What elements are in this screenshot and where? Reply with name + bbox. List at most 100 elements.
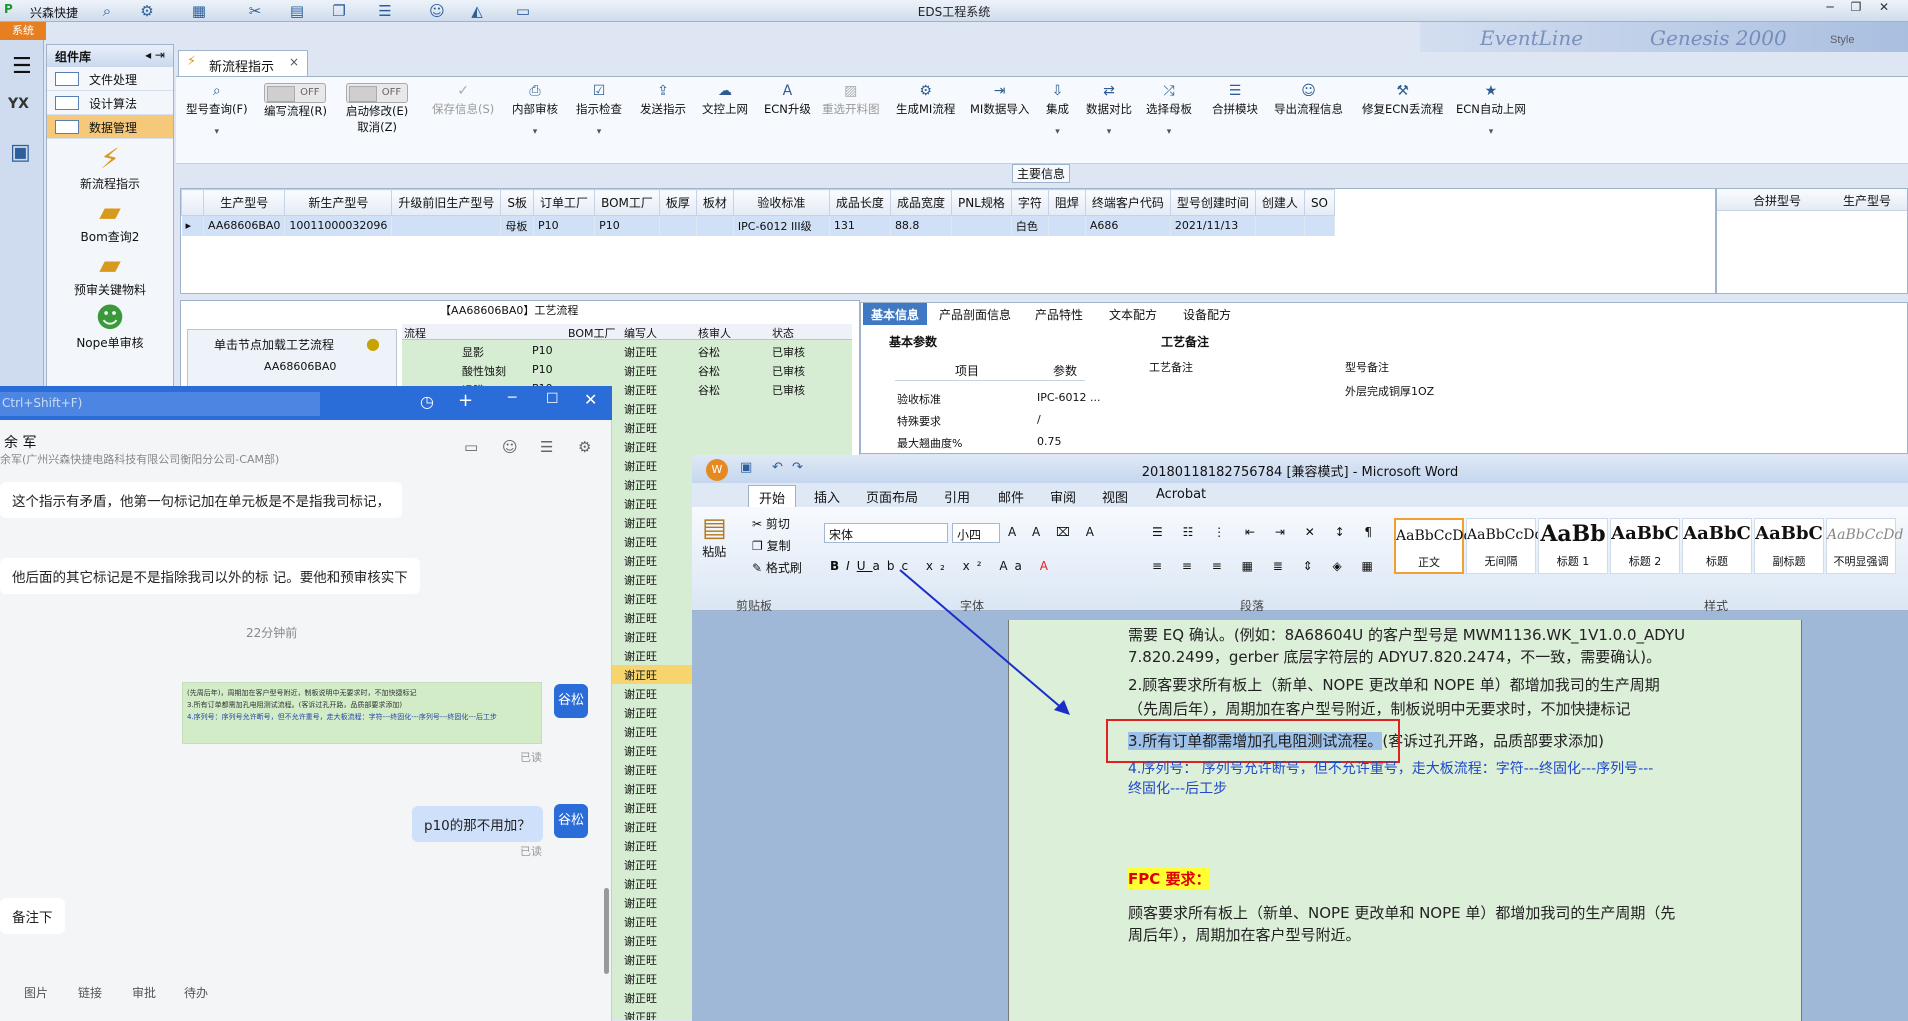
column-header[interactable]: 终端客户代码 — [1084, 189, 1171, 216]
settings-icon[interactable]: ⚙ — [578, 438, 591, 456]
nav-item-data[interactable]: 数据管理 — [47, 115, 173, 139]
yx-icon[interactable]: YX — [8, 96, 29, 112]
chat-message[interactable]: 这个指示有矛盾，他第一句标记加在单元板是不是指我司标记， — [0, 482, 402, 518]
doc-line[interactable]: （先周后年），周期加在客户型号附近，制板说明中无要求时，不加快捷标记 — [1128, 698, 1631, 719]
tab-product-features[interactable]: 产品特性 — [1027, 303, 1091, 325]
table-cell[interactable]: 88.8 — [890, 215, 952, 236]
write-toggle[interactable]: OFF — [264, 83, 327, 103]
table-cell[interactable]: A686 — [1085, 215, 1171, 236]
table-cell[interactable] — [1255, 215, 1305, 236]
fpc-heading[interactable]: FPC 要求： — [1128, 868, 1211, 889]
close-tab-icon[interactable]: × — [289, 55, 299, 69]
tree-node[interactable]: AA68606BA0 — [264, 360, 336, 373]
tool-image[interactable]: 图片 — [24, 984, 48, 1001]
add-icon[interactable]: + — [458, 390, 473, 411]
tool-todo[interactable]: 待办 — [184, 984, 208, 1001]
doc-line[interactable]: 顾客要求所有板上（新单、NOPE 更改单和 NOPE 单）都增加我司的生产周期（… — [1128, 902, 1675, 923]
table-cell[interactable]: IPC-6012 III级 — [733, 215, 830, 236]
table-cell[interactable] — [659, 215, 697, 236]
calculator-icon[interactable]: ▣ — [10, 140, 31, 165]
style-title[interactable]: AaBbC 标题 — [1682, 518, 1752, 574]
column-header[interactable]: 项目 — [955, 362, 979, 379]
select-master-button[interactable]: ⤮ 选择母板 ▾ — [1146, 83, 1192, 137]
export-process-button[interactable]: ☺ 导出流程信息 — [1274, 83, 1343, 117]
doc-line[interactable]: 4.序列号： 序列号允许断号，但不允许重号，走大板流程：字符---终固化---序… — [1128, 758, 1653, 778]
avatar[interactable]: 谷松 — [554, 804, 588, 838]
nav-big-new-process[interactable]: ⚡ 新流程指示 — [47, 139, 173, 192]
param-row[interactable]: 特殊要求 / — [897, 413, 1147, 429]
column-header[interactable]: 验收标准 — [732, 189, 830, 216]
font-name-select[interactable]: 宋体 — [824, 523, 948, 543]
system-menu[interactable]: 系统 — [0, 22, 46, 40]
combine-module-button[interactable]: ☰ 合拼模块 — [1212, 83, 1258, 117]
nav-big-bom[interactable]: ▰ Bom查询2 — [47, 192, 173, 245]
search-list-icon[interactable]: ☰ — [540, 438, 553, 456]
table-cell[interactable] — [1304, 215, 1336, 236]
column-header[interactable]: 板厚 — [658, 189, 697, 216]
close-button[interactable]: ✕ — [1874, 0, 1894, 18]
column-header[interactable]: 新生产型号 — [284, 189, 393, 216]
cut-button[interactable]: ✂ 剪切 — [752, 515, 790, 532]
column-header[interactable]: 成品长度 — [828, 189, 891, 216]
doc-line[interactable]: 周后年），周期加在客户型号附近。 — [1128, 924, 1361, 945]
cancel-label[interactable]: 取消(Z) — [357, 120, 397, 134]
column-header[interactable]: 创建人 — [1254, 189, 1305, 216]
font-size-tools[interactable]: A A ⌧ A — [1008, 525, 1100, 539]
column-header[interactable]: S板 — [500, 189, 535, 216]
column-header[interactable]: 工艺备注 — [1149, 359, 1193, 375]
tab-profile-info[interactable]: 产品剖面信息 — [931, 303, 1019, 325]
chat-message[interactable]: 他后面的其它标记是不是指除我司以外的标 记。要他和预审核实下 — [0, 558, 420, 594]
word-tab-insert[interactable]: 插入 — [814, 487, 840, 506]
ecn-upgrade-button[interactable]: A ECN升级 — [764, 83, 811, 117]
tab-new-process[interactable]: ⚡ 新流程指示 × — [178, 50, 308, 76]
minimize-button[interactable]: ─ — [1820, 0, 1840, 18]
avatar[interactable]: 谷松 — [554, 684, 588, 718]
query-model-button[interactable]: ⌕ 型号查询(F) ▾ — [186, 83, 248, 137]
column-header[interactable]: 流程 — [404, 325, 426, 341]
paste-button[interactable]: ▤ 粘贴 — [702, 513, 727, 560]
tab-device-recipe[interactable]: 设备配方 — [1175, 303, 1239, 325]
param-row[interactable]: 最大翘曲度% 0.75 — [897, 435, 1147, 451]
table-cell[interactable]: AA68606BA0 — [203, 215, 286, 236]
list-tools[interactable]: ☰ ☷ ⋮ ⇤ ⇥ ✕ ↕ ¶ — [1152, 525, 1380, 539]
publish-button[interactable]: ☁ 文控上网 — [702, 83, 748, 117]
integrate-button[interactable]: ⇩ 集成 ▾ — [1046, 83, 1069, 137]
word-tab-view[interactable]: 视图 — [1102, 487, 1128, 506]
word-tab-mailings[interactable]: 邮件 — [998, 487, 1024, 506]
write-process-button[interactable]: OFF 编写流程(R) — [264, 83, 327, 119]
column-header[interactable]: 生产型号 — [1843, 192, 1891, 209]
doc-line[interactable]: 7.820.2499，gerber 底层字符层的 ADYU7.820.2474，… — [1128, 646, 1661, 667]
column-header[interactable]: 板材 — [695, 189, 734, 216]
column-header[interactable]: 订单工厂 — [533, 189, 596, 216]
column-header[interactable]: 字符 — [1010, 189, 1049, 216]
copy-button[interactable]: ❐ 复制 — [752, 537, 791, 554]
tab-basic-info[interactable]: 基本信息 — [863, 303, 928, 325]
chat-image-thumbnail[interactable]: (先周后年)，周期加在客户型号附近，制板说明中无要求时，不加快捷标记 3.所有订… — [182, 682, 542, 744]
word-tab-layout[interactable]: 页面布局 — [866, 487, 918, 506]
column-header[interactable]: 型号创建时间 — [1169, 189, 1256, 216]
column-header[interactable]: BOM工厂 — [568, 325, 616, 341]
table-cell[interactable] — [696, 215, 734, 236]
style-subtitle[interactable]: AaBbC 副标题 — [1754, 518, 1824, 574]
tool-approval[interactable]: 审批 — [132, 984, 156, 1001]
check-instruction-button[interactable]: ☑ 指示检查 ▾ — [576, 83, 622, 137]
word-tab-acrobat[interactable]: Acrobat — [1156, 487, 1206, 502]
word-tab-review[interactable]: 审阅 — [1050, 487, 1076, 506]
process-row[interactable]: 显影 P10 谢正旺 谷松 已审核 — [402, 342, 852, 361]
table-cell[interactable] — [951, 215, 1012, 236]
generate-mi-button[interactable]: ⚙ 生成MI流程 — [896, 83, 955, 117]
model-note-value[interactable]: 外层完成铜厚1OZ — [1345, 383, 1434, 399]
style-label[interactable]: Style — [1830, 34, 1854, 46]
column-header[interactable]: 核审人 — [698, 325, 731, 341]
word-tab-references[interactable]: 引用 — [944, 487, 970, 506]
nav-item-file[interactable]: 文件处理 — [47, 67, 173, 91]
table-cell[interactable]: P10 — [594, 215, 660, 236]
nav-item-design[interactable]: 设计算法 — [47, 91, 173, 115]
repair-ecn-button[interactable]: ⚒ 修复ECN丢流程 — [1362, 83, 1443, 117]
table-cell[interactable]: P10 — [533, 215, 596, 236]
reselect-cut-button[interactable]: ▨ 重选开料图 — [822, 83, 880, 117]
folder-icon[interactable]: ▭ — [464, 438, 478, 456]
style-nospacing[interactable]: AaBbCcDd 无间隔 — [1466, 518, 1543, 574]
column-header[interactable]: 型号备注 — [1345, 359, 1389, 375]
doc-line[interactable]: 2.顾客要求所有板上（新单、NOPE 更改单和 NOPE 单）都增加我司的生产周… — [1128, 674, 1660, 695]
